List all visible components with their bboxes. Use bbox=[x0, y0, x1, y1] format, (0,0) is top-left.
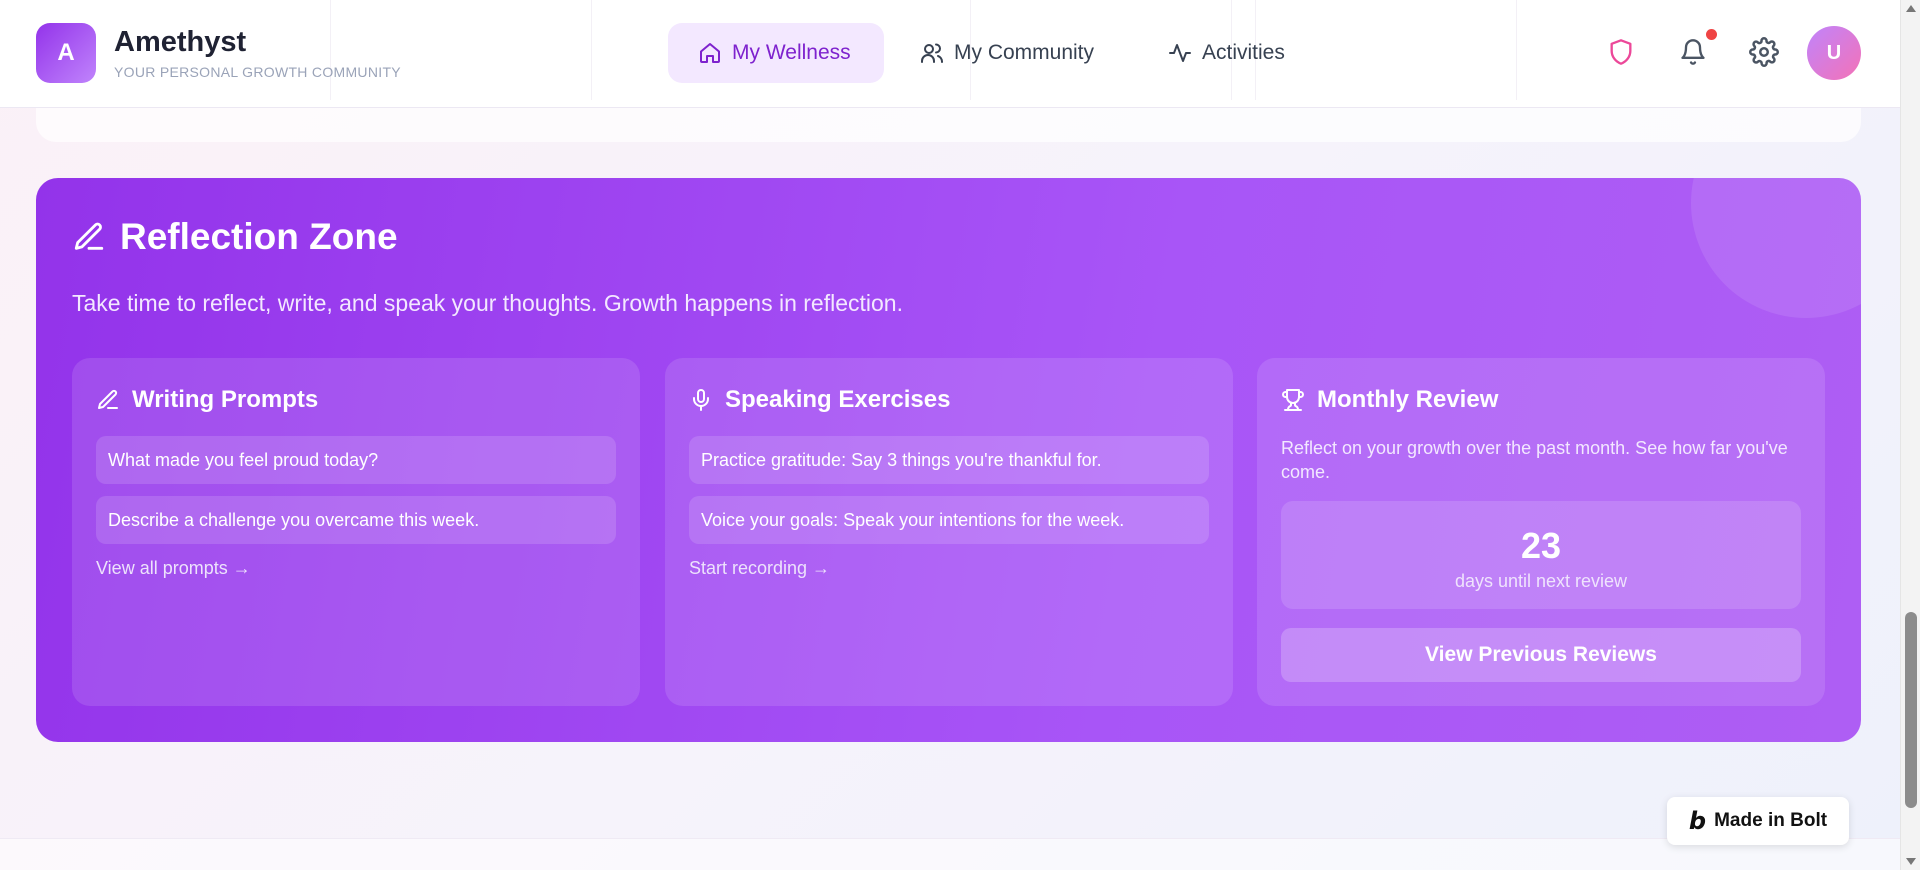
writing-prompts-card: Writing Prompts What made you feel proud… bbox=[72, 358, 640, 706]
card-header: Monthly Review bbox=[1281, 386, 1498, 414]
users-icon bbox=[921, 43, 943, 63]
monthly-review-card: Monthly Review Reflect on your growth ov… bbox=[1257, 358, 1825, 706]
speaking-exercise-item[interactable]: Practice gratitude: Say 3 things you're … bbox=[689, 436, 1209, 484]
card-header: Speaking Exercises bbox=[689, 386, 950, 414]
activity-icon bbox=[1169, 44, 1191, 62]
notification-dot bbox=[1706, 29, 1717, 40]
home-icon bbox=[700, 43, 720, 63]
footer-edge bbox=[0, 838, 1900, 870]
brand-name[interactable]: Amethyst bbox=[114, 26, 246, 59]
shield-icon bbox=[1610, 39, 1632, 65]
nav-label: My Wellness bbox=[732, 41, 851, 64]
reflection-zone: Reflection Zone Take time to reflect, wr… bbox=[36, 178, 1861, 742]
scroll-down-icon[interactable] bbox=[1906, 858, 1916, 865]
brand-tagline: YOUR PERSONAL GROWTH COMMUNITY bbox=[114, 64, 401, 80]
writing-prompt-item[interactable]: Describe a challenge you overcame this w… bbox=[96, 496, 616, 544]
trophy-icon bbox=[1282, 389, 1304, 411]
days-count-label: days until next review bbox=[1454, 571, 1628, 591]
bolt-logo-icon: b bbox=[1688, 807, 1707, 835]
speaking-exercises-card: Speaking Exercises Practice gratitude: S… bbox=[665, 358, 1233, 706]
scroll-up-icon[interactable] bbox=[1906, 5, 1916, 12]
writing-prompt-item[interactable]: What made you feel proud today? bbox=[96, 436, 616, 484]
scrollbar-thumb[interactable] bbox=[1905, 612, 1917, 808]
logo-mark[interactable]: A bbox=[36, 23, 96, 83]
decorative-circle bbox=[1691, 178, 1861, 318]
speaking-exercise-item[interactable]: Voice your goals: Speak your intentions … bbox=[689, 496, 1209, 544]
page-scrollbar[interactable] bbox=[1900, 0, 1920, 870]
review-countdown: 23 days until next review bbox=[1281, 501, 1801, 609]
nav-my-wellness[interactable]: My Wellness bbox=[668, 23, 884, 83]
settings-button[interactable] bbox=[1748, 36, 1780, 68]
microphone-icon bbox=[693, 389, 709, 411]
notifications-button[interactable] bbox=[1677, 36, 1709, 68]
pencil-icon bbox=[74, 222, 104, 250]
badge-label: Made in Bolt bbox=[1714, 810, 1828, 831]
card-title: Speaking Exercises bbox=[725, 386, 951, 413]
view-all-prompts-link[interactable]: View all prompts → bbox=[96, 558, 251, 579]
card-header: Writing Prompts bbox=[96, 386, 318, 414]
nav-activities[interactable]: Activities bbox=[1138, 23, 1318, 83]
view-previous-reviews-button[interactable]: View Previous Reviews bbox=[1281, 628, 1801, 682]
gear-icon bbox=[1749, 37, 1779, 67]
shield-button[interactable] bbox=[1605, 36, 1637, 68]
card-title: Monthly Review bbox=[1317, 386, 1499, 413]
pencil-icon bbox=[98, 389, 118, 409]
start-recording-link[interactable]: Start recording → bbox=[689, 558, 830, 579]
bell-icon bbox=[1681, 39, 1705, 65]
nav-label: Activities bbox=[1202, 41, 1285, 64]
section-subtitle: Take time to reflect, write, and speak y… bbox=[72, 290, 903, 316]
card-title: Writing Prompts bbox=[132, 386, 319, 413]
review-description: Reflect on your growth over the past mon… bbox=[1281, 438, 1788, 482]
nav-my-community[interactable]: My Community bbox=[890, 23, 1130, 83]
user-avatar[interactable]: U bbox=[1807, 26, 1861, 80]
nav-label: My Community bbox=[954, 41, 1095, 64]
made-in-bolt-badge[interactable]: b Made in Bolt bbox=[1667, 797, 1849, 845]
section-title: Reflection Zone bbox=[120, 216, 398, 257]
days-count: 23 bbox=[1520, 525, 1562, 566]
